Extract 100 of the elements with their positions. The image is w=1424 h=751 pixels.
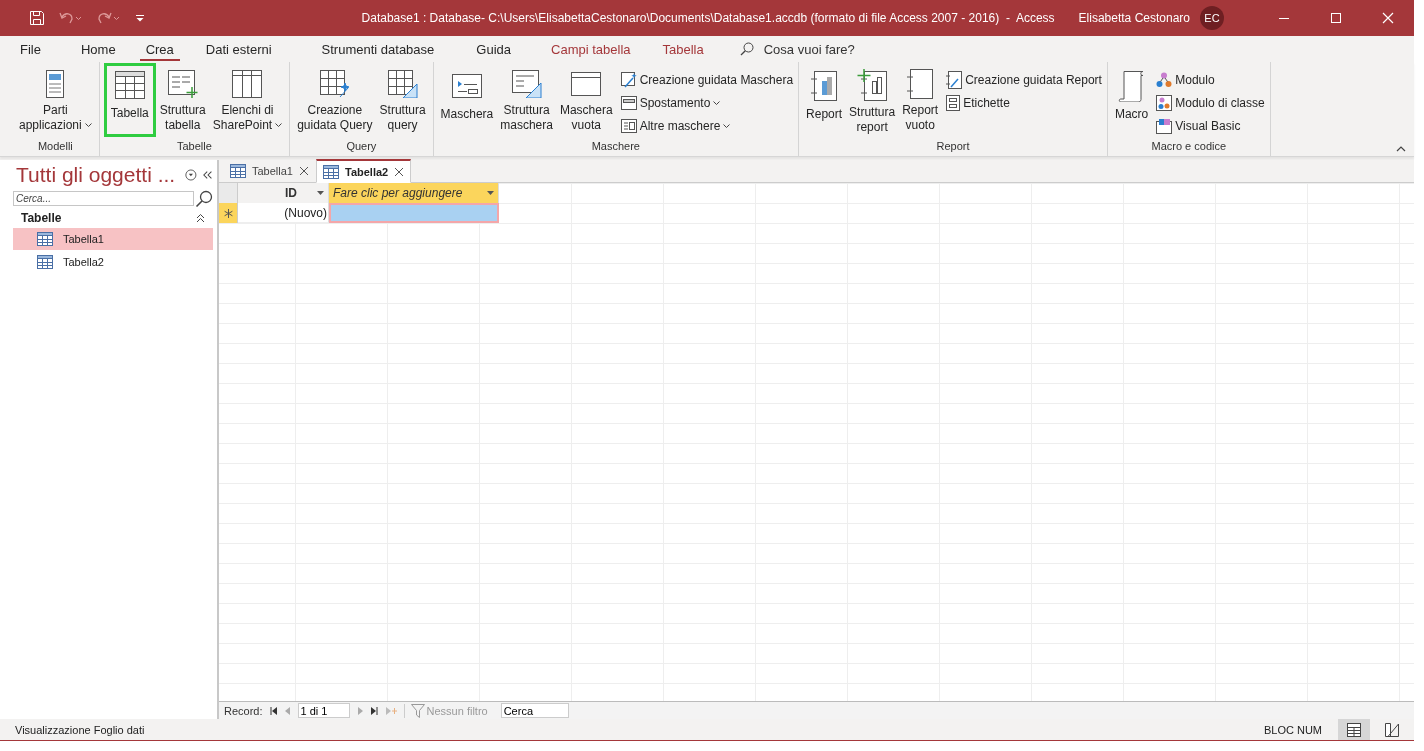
dropdown-circle-icon[interactable] — [185, 168, 197, 182]
ribbon-tab[interactable]: Crea — [139, 37, 180, 61]
ribbon-button[interactable]: Modulo — [1155, 70, 1266, 90]
search-field[interactable]: Cerca... — [13, 191, 194, 206]
dropdown-icon — [487, 191, 494, 195]
navigation-pane-title[interactable]: Tutti gli oggetti ... — [16, 163, 176, 187]
module-icon — [1156, 72, 1173, 88]
table-design-icon — [167, 70, 198, 98]
report-icon — [811, 71, 838, 101]
user-name[interactable]: Elisabetta Cestonaro — [1078, 11, 1190, 25]
table-icon — [37, 232, 53, 246]
close-icon[interactable] — [299, 166, 309, 176]
caret-icon — [275, 123, 283, 128]
ribbon-button[interactable]: Struttura tabella — [156, 66, 209, 136]
navigation-form-icon — [620, 96, 637, 110]
funnel-icon — [410, 703, 425, 718]
ribbon-button[interactable]: Macro — [1111, 66, 1152, 136]
column-header[interactable]: ID — [238, 183, 329, 203]
ribbon-button[interactable]: Tabella — [103, 63, 156, 137]
group-header[interactable]: Tabelle — [21, 211, 62, 225]
ribbon-tab[interactable]: Guida — [470, 37, 517, 61]
ribbon-button[interactable]: Struttura maschera — [497, 66, 556, 136]
table-icon — [230, 164, 246, 178]
ribbon-tab[interactable]: Dati esterni — [199, 37, 278, 61]
ribbon-button[interactable]: Etichette — [945, 93, 1103, 113]
record-position-field[interactable]: 1 di 1 — [297, 703, 350, 718]
caret-icon — [84, 123, 92, 128]
scroll-icon — [1117, 70, 1146, 102]
table-icon — [114, 71, 145, 99]
save-icon[interactable] — [29, 10, 45, 26]
ribbon-button[interactable]: Maschera vuota — [556, 66, 616, 136]
ribbon-tab[interactable]: Campi tabella — [545, 37, 637, 61]
ribbon-button[interactable]: Spostamento — [619, 93, 795, 113]
ribbon-button[interactable]: Report vuoto — [899, 66, 942, 136]
first-record-icon[interactable] — [269, 706, 278, 715]
ribbon-button[interactable]: Creazione guidata Query — [294, 66, 376, 136]
ribbon-button[interactable]: Elenchi di SharePoint — [209, 66, 286, 136]
ribbon-button[interactable]: Report — [803, 66, 846, 136]
ribbon-tab[interactable]: Home — [74, 37, 122, 61]
forms-icon — [620, 119, 637, 133]
customize-icon[interactable] — [135, 13, 145, 23]
collapse-ribbon-icon[interactable] — [1396, 145, 1406, 152]
caret-icon — [713, 100, 721, 106]
ribbon-tab[interactable]: Strumenti database — [315, 37, 441, 61]
view-button[interactable] — [1338, 719, 1370, 740]
ribbon-tab[interactable]: File — [14, 37, 47, 61]
close-icon[interactable] — [394, 166, 405, 177]
caret-icon — [723, 123, 731, 129]
blank-form-icon — [571, 72, 602, 96]
query-design-icon — [387, 70, 418, 98]
ribbon-group-label: Macro e codice — [1150, 139, 1228, 154]
record-selector[interactable] — [219, 203, 238, 223]
dropdown-icon — [317, 191, 324, 195]
report-design-icon — [857, 69, 888, 101]
blank-report-icon — [907, 69, 934, 99]
table-cell[interactable] — [329, 203, 499, 223]
table-cell[interactable]: (Nuovo) — [238, 203, 329, 223]
maximize-icon[interactable] — [1330, 12, 1342, 24]
class-module-icon — [1156, 95, 1173, 111]
list-columns-icon — [232, 70, 263, 98]
ribbon-tab[interactable]: Tabella — [656, 37, 710, 61]
ribbon-button[interactable]: Struttura query — [376, 66, 429, 136]
redo-icon[interactable] — [97, 11, 121, 25]
column-header[interactable]: Fare clic per aggiungere — [329, 183, 499, 203]
form-design-icon — [511, 70, 542, 98]
search-icon — [739, 42, 754, 56]
ribbon-group-label: Maschere — [590, 139, 641, 154]
collapse-pane-icon[interactable] — [202, 170, 213, 180]
document-tab[interactable]: Tabella2 — [316, 159, 412, 183]
search-icon[interactable] — [195, 189, 213, 208]
ribbon-button[interactable]: Creazione guidata Maschera — [619, 70, 795, 90]
navigation-item[interactable]: Tabella2 — [13, 251, 213, 273]
status-text: Visualizzazione Foglio dati — [14, 723, 146, 736]
last-record-icon[interactable] — [369, 706, 378, 715]
ribbon-group-label: Modelli — [36, 139, 74, 154]
datasheet-view-icon — [1347, 722, 1361, 737]
window-title: Database1 : Database- C:\Users\ElisabettaCestonaro\Documents\Database1.accdb (formato di file Access 2007 - 2016) - Access — [360, 11, 1055, 25]
asterisk-icon — [223, 208, 233, 218]
search-field[interactable]: Cerca — [500, 703, 569, 718]
app-parts-icon — [45, 69, 66, 99]
ribbon-button[interactable]: Struttura report — [846, 66, 899, 136]
ribbon-button[interactable]: Creazione guidata Report — [945, 70, 1103, 90]
ribbon-button[interactable]: Visual Basic — [1155, 116, 1266, 136]
ribbon-button[interactable]: Parti applicazioni — [16, 66, 95, 136]
report-wizard-icon — [946, 71, 963, 89]
ribbon-group-label: Report — [935, 139, 971, 154]
navigation-item[interactable]: Tabella1 — [13, 228, 213, 250]
user-avatar[interactable]: EC — [1200, 6, 1224, 30]
design-view-icon — [1385, 722, 1399, 737]
form-wizard-icon — [620, 72, 637, 88]
tell-me-field[interactable]: Cosa vuoi fare? — [761, 40, 906, 58]
ribbon-button[interactable]: Modulo di classe — [1155, 93, 1266, 113]
ribbon-button[interactable]: Maschera — [437, 66, 497, 136]
document-tab[interactable]: Tabella1 — [223, 160, 316, 182]
label-icon — [946, 95, 961, 111]
record-label: Record: — [224, 704, 263, 717]
collapse-icon[interactable] — [196, 213, 205, 223]
undo-icon[interactable] — [59, 11, 83, 25]
table-icon — [323, 164, 339, 179]
ribbon-button[interactable]: Altre maschere — [619, 116, 795, 136]
